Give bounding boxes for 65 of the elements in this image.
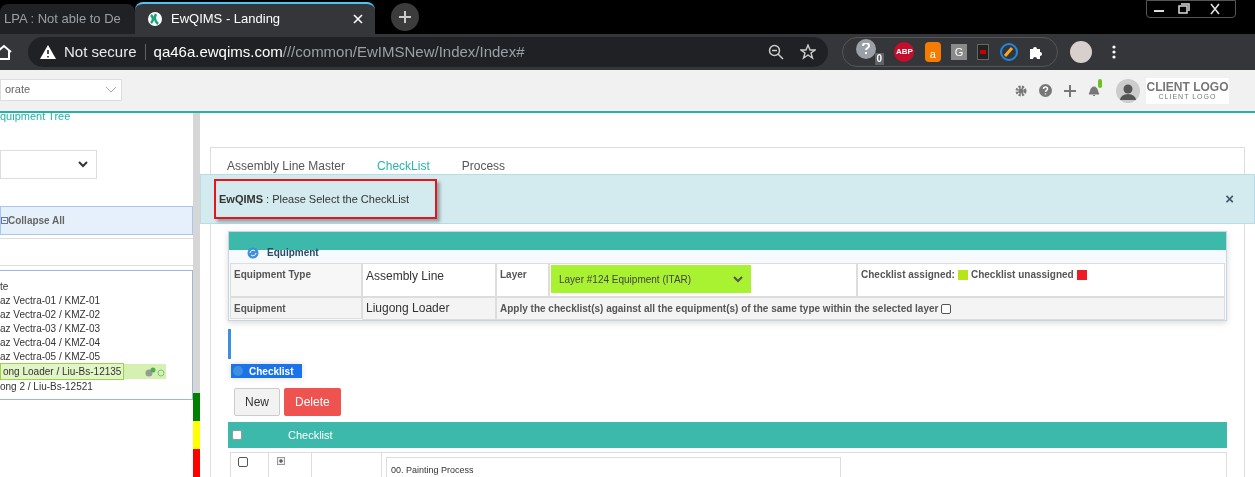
bell-icon[interactable] [1088, 84, 1100, 97]
field-value: Liugong Loader [362, 297, 496, 320]
panel-title: Equipment [267, 246, 319, 260]
brush-extension-icon[interactable] [999, 43, 1018, 61]
tree-item[interactable]: az Vectra-03 / KMZ-03 [0, 320, 101, 336]
minus-box-icon [1, 217, 8, 224]
star-icon[interactable] [800, 44, 816, 60]
apply-checkbox[interactable] [941, 303, 952, 314]
plus-icon [399, 11, 411, 23]
tree-search-field[interactable] [0, 238, 193, 266]
chevron-down-icon [733, 275, 743, 283]
tree-item[interactable]: az Vectra-02 / KMZ-02 [0, 306, 101, 322]
tab-title: EwQIMS - Landing [171, 10, 282, 29]
zoom-out-icon[interactable] [768, 44, 784, 60]
home-icon[interactable] [0, 44, 12, 60]
address-bar[interactable]: Not secure qa46a.ewqims.com///common/EwIMSNew/Index/Index# [28, 37, 828, 67]
close-icon[interactable] [353, 14, 363, 24]
stop-sign-extension-icon[interactable]: ABP [894, 42, 915, 62]
collapse-all-button[interactable]: Collapse All [0, 206, 193, 235]
close-button[interactable]: × [1225, 187, 1234, 211]
chevron-down-icon [78, 161, 88, 168]
header-checkbox[interactable] [232, 430, 242, 440]
apply-label: Apply the checklist(s) against all the equipment(s) of the same type within the selected layer [500, 302, 939, 316]
profile-avatar[interactable] [1070, 41, 1092, 63]
document-extension-icon[interactable] [977, 44, 990, 60]
tree-item[interactable]: az Vectra-04 / KMZ-04 [0, 334, 101, 350]
settings-icon[interactable] [1015, 84, 1027, 97]
field-value: Assembly Line [362, 263, 496, 297]
site-logo-icon [147, 11, 163, 27]
browser-tab[interactable]: EwQIMS - Landing [135, 2, 375, 34]
tree-item[interactable]: te [0, 278, 9, 294]
section-title: Checklist [231, 364, 302, 378]
new-button[interactable]: New [234, 388, 280, 416]
expand-icon[interactable] [277, 457, 285, 465]
chevron-down-icon [105, 85, 117, 94]
column-header: Checklist [288, 427, 333, 443]
row-checkbox[interactable] [238, 457, 248, 467]
plus-icon[interactable] [1064, 84, 1076, 97]
new-tab-button[interactable] [391, 3, 419, 31]
plant-select[interactable]: orate [0, 78, 122, 101]
table-cell: 00. Painting Process [386, 457, 841, 477]
tree-item[interactable]: az Vectra-05 / KMZ-05 [0, 348, 101, 364]
legend-label: Checklist unassigned [970, 268, 1074, 282]
user-avatar-icon[interactable] [1116, 78, 1140, 103]
page-tab[interactable]: Process [461, 159, 506, 173]
tree-item[interactable]: ong 2 / Liu-Bs-12521 [0, 378, 93, 394]
warning-icon [40, 45, 56, 59]
tree-item[interactable]: ong Loader / Liu-Bs-12135 [0, 363, 125, 380]
tree-item[interactable]: az Vectra-01 / KMZ-01 [0, 292, 101, 308]
url-text: qa46a.ewqims.com///common/EwIMSNew/Index/Index# [153, 41, 525, 62]
legend-label: Checklist assigned: [861, 268, 955, 282]
field-label: Equipment Type [230, 263, 362, 297]
tab-title: LPA : Not able to De [4, 10, 121, 29]
alert-message: EwQIMS : Please Select the CheckList [214, 178, 438, 220]
layer-select[interactable]: Layer #124 Equipment (ITAR) [551, 265, 751, 293]
section-marker [228, 329, 231, 359]
field-label: Equipment [230, 297, 362, 319]
page-tab[interactable]: Assembly Line Master [227, 159, 346, 173]
security-label: Not secure [64, 41, 137, 62]
help-icon[interactable] [1039, 84, 1052, 97]
browser-tab[interactable]: LPA : Not able to De [0, 4, 135, 34]
refresh-icon [247, 246, 259, 259]
menu-icon[interactable] [1112, 45, 1116, 59]
puzzle-extension-icon[interactable] [1027, 44, 1044, 60]
field-label: Layer [496, 263, 549, 297]
